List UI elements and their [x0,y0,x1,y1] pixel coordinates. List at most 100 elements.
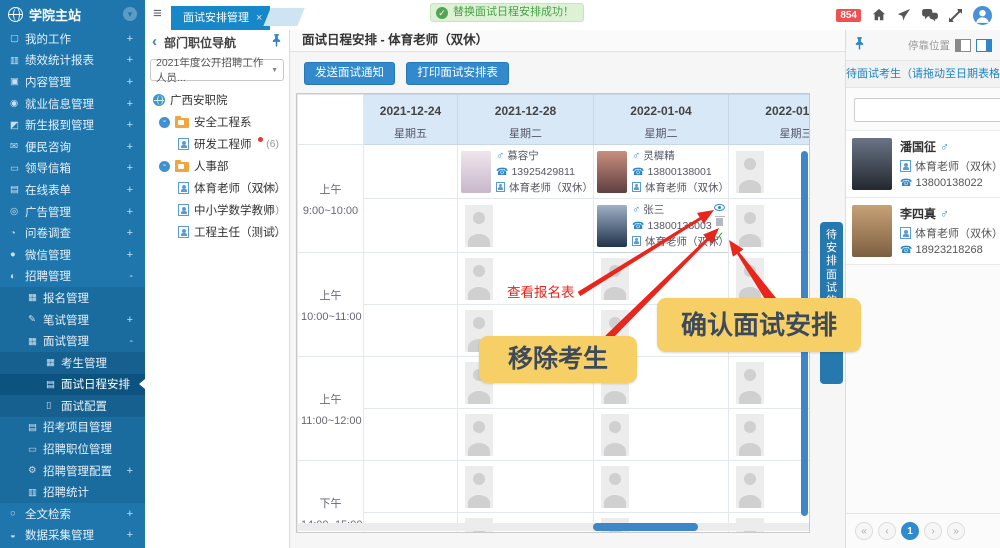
menu-item-label: 面试日程安排 [61,376,130,392]
schedule-cell[interactable]: ♂灵樨精☎13800138001体育老师（双休） [594,145,729,199]
sidebar-item[interactable]: ▭招聘职位管理 [0,438,145,460]
schedule-cell[interactable] [594,253,729,305]
tree-department-node[interactable]: -人事部 [145,155,289,177]
schedule-cell[interactable] [729,253,811,305]
sidebar-item[interactable]: ●微信管理+ [0,244,145,266]
candidate-name: 灵樨精 [643,150,675,162]
pin-icon[interactable] [854,37,865,53]
tab-close-icon[interactable]: × [256,6,262,30]
collapse-panel-icon[interactable]: ‹ [152,32,157,52]
menu-toggle-icon[interactable]: ≡ [153,6,169,22]
schedule-cell[interactable] [594,461,729,513]
sidebar-item[interactable]: ▢我的工作+ [0,28,145,50]
menu-item-icon: ▣ [10,76,25,87]
candidate-card[interactable]: ♂张三☎13800138003体育老师（双休） [597,202,725,249]
first-page-button[interactable]: « [855,522,873,540]
sidebar-item[interactable]: ⚙招聘管理配置+ [0,460,145,482]
sidebar-item[interactable]: ▤在线表单+ [0,179,145,201]
dock-left-icon[interactable] [955,39,971,52]
print-schedule-button[interactable]: 打印面试安排表 [406,62,509,85]
project-select[interactable]: 2021年度公开招聘工作人员... ▼ [150,59,284,81]
sidebar-item[interactable]: ◎广告管理+ [0,201,145,223]
candidate-search-input[interactable] [854,98,1000,122]
view-application-icon[interactable] [714,204,725,211]
sidebar-item[interactable]: ▣内容管理+ [0,71,145,93]
horizontal-scrollbar-thumb[interactable] [593,523,698,531]
sidebar-item[interactable]: ○全文检索+ [0,503,145,525]
sidebar-item[interactable]: ▦面试管理- [0,330,145,352]
menu-item-icon: ▭ [28,444,43,455]
pending-candidate-item[interactable]: 潘国征♂体育老师（双休）☎13800138022 [846,131,1000,198]
sidebar-item[interactable]: ◉就业信息管理+ [0,93,145,115]
tab-decoration [263,8,304,26]
sidebar-item[interactable]: ▤招考项目管理 [0,417,145,439]
send-icon[interactable] [897,8,911,22]
tab-interview-arrangement[interactable]: 面试安排管理 × [171,6,270,30]
collapse-toggle-icon[interactable]: - [159,117,170,128]
send-notice-button[interactable]: 发送面试通知 [304,62,395,85]
candidate-card[interactable]: ♂慕容宁☎13925429811体育老师（双休） [461,148,590,195]
schedule-cell[interactable]: ♂张三☎13800138003体育老师（双休）✓ [594,199,729,253]
schedule-cell[interactable] [364,253,458,305]
sidebar-item[interactable]: ▥招聘统计 [0,481,145,503]
schedule-cell[interactable] [364,461,458,513]
sidebar-item[interactable]: ▭领导信箱+ [0,158,145,180]
chat-icon[interactable] [922,9,938,22]
schedule-cell[interactable] [364,145,458,199]
pin-icon[interactable] [271,34,282,50]
page-button[interactable]: 1 [901,522,919,540]
schedule-cell[interactable] [594,409,729,461]
collapse-toggle-icon[interactable]: - [159,161,170,172]
tree-position-node[interactable]: 体育老师（双休）(18) [145,177,289,199]
schedule-cell[interactable] [364,199,458,253]
schedule-cell[interactable] [729,199,811,253]
last-page-button[interactable]: » [947,522,965,540]
schedule-cell[interactable] [364,357,458,409]
schedule-cell[interactable] [458,461,594,513]
sidebar-item[interactable]: ✎笔试管理+ [0,309,145,331]
schedule-cell[interactable] [458,199,594,253]
home-icon[interactable] [872,8,886,22]
prev-page-button[interactable]: ‹ [878,522,896,540]
tree-department-node[interactable]: -安全工程系 [145,111,289,133]
time-slot-cell: 上午10:00~11:00 [298,253,364,357]
sidebar-item[interactable]: ▦报名管理 [0,287,145,309]
tree-position-node[interactable]: 中小学数学教师(4) [145,199,289,221]
sidebar-header[interactable]: 学院主站 ▾ [0,0,145,28]
sidebar-item[interactable]: ▯面试配置 [0,395,145,417]
tree-position-node[interactable]: 工程主任（测试）(2) [145,221,289,243]
next-page-button[interactable]: › [924,522,942,540]
sidebar-item[interactable]: ◒数据采集管理+ [0,525,145,547]
sidebar-item[interactable]: ◩新生报到管理+ [0,114,145,136]
fullscreen-icon[interactable] [949,9,962,22]
schedule-cell[interactable] [729,145,811,199]
schedule-cell[interactable] [364,305,458,357]
sidebar-collapse-icon[interactable]: ▾ [123,7,137,21]
sidebar-item[interactable]: ▤面试日程安排 [0,374,145,396]
remove-candidate-icon[interactable] [716,218,723,226]
user-avatar[interactable] [973,6,992,25]
schedule-cell[interactable] [729,409,811,461]
dock-right-icon[interactable] [976,39,992,52]
pending-candidate-item[interactable]: 李四真♂体育老师（双休）☎18923218268 [846,198,1000,265]
sidebar-item[interactable]: ▦考生管理 [0,352,145,374]
sidebar-item[interactable]: ▥绩效统计报表+ [0,50,145,72]
job-icon [496,182,505,192]
horizontal-scrollbar-track[interactable] [297,523,809,531]
schedule-cell[interactable] [458,409,594,461]
schedule-cell[interactable] [364,409,458,461]
candidate-card[interactable]: ♂灵樨精☎13800138001体育老师（双休） [597,148,725,195]
schedule-cell[interactable] [729,461,811,513]
schedule-cell[interactable] [729,357,811,409]
date-column-header: 2021-12-24星期五 [364,95,458,145]
schedule-cell[interactable]: ♂慕容宁☎13925429811体育老师（双休） [458,145,594,199]
candidate-job: 体育老师（双休） [915,161,1000,173]
sidebar-item[interactable]: ✉便民咨询+ [0,136,145,158]
panel-dock-bar: 停靠位置 [846,30,1000,60]
confirm-schedule-icon[interactable]: ✓ [714,231,724,241]
sidebar-item[interactable]: ◐招聘管理- [0,266,145,288]
tree-position-node[interactable]: 研发工程师(6) [145,133,289,155]
tree-root-node[interactable]: 广西安职院 [145,89,289,111]
notification-badge[interactable]: 854 [836,9,861,22]
sidebar-item[interactable]: ◔问卷调查+ [0,222,145,244]
